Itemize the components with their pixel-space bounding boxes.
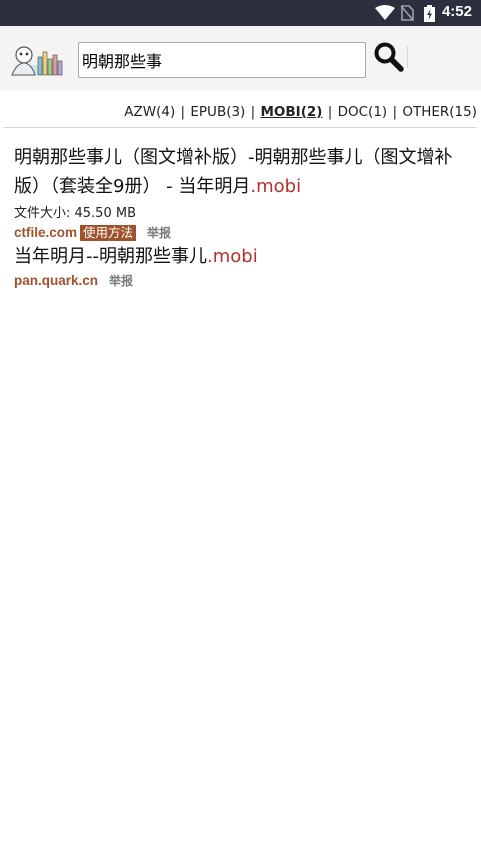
result-title[interactable]: 当年明月--明朝那些事儿 — [14, 246, 207, 267]
result-meta: pan.quark.cn 举报 — [14, 272, 464, 289]
report-button[interactable]: 举报 — [109, 272, 133, 289]
result-item: 当年明月--明朝那些事儿.mobi pan.quark.cn 举报 — [14, 242, 464, 289]
app-logo-icon[interactable] — [9, 43, 67, 77]
result-ext[interactable]: .mobi — [207, 246, 258, 267]
status-time: 4:52 — [441, 3, 472, 20]
divider — [3, 127, 477, 128]
filter-other[interactable]: OTHER(15) — [402, 104, 477, 120]
filter-doc[interactable]: DOC(1) — [338, 104, 388, 120]
result-meta: ctfile.com 使用方法 举报 — [14, 224, 464, 241]
howto-button[interactable]: 使用方法 — [80, 224, 137, 241]
search-icon[interactable] — [373, 42, 407, 72]
result-title[interactable]: 明朝那些事儿（图文增补版）-明朝那些事儿（图文增补版）（套装全9册） - 当年明… — [14, 147, 453, 197]
status-bar: 4:52 — [0, 0, 481, 26]
result-item: 明朝那些事儿（图文增补版）-明朝那些事儿（图文增补版）（套装全9册） - 当年明… — [14, 143, 464, 241]
filter-epub[interactable]: EPUB(3) — [190, 104, 245, 120]
result-title-link[interactable]: 明朝那些事儿（图文增补版）-明朝那些事儿（图文增补版）（套装全9册） - 当年明… — [14, 143, 464, 201]
result-ext[interactable]: .mobi — [250, 176, 301, 197]
no-sim-icon — [400, 5, 414, 21]
filter-separator: | — [392, 104, 398, 120]
result-host-link[interactable]: ctfile.com — [14, 225, 77, 240]
format-filters: AZW(4) | EPUB(3) | MOBI(2) | DOC(1) | OT… — [124, 104, 477, 120]
report-button[interactable]: 举报 — [147, 224, 171, 241]
search-input[interactable] — [78, 42, 366, 78]
result-file-size: 文件大小: 45.50 MB — [14, 206, 136, 221]
result-title-link[interactable]: 当年明月--明朝那些事儿.mobi — [14, 242, 464, 271]
filter-separator: | — [180, 104, 186, 120]
battery-charging-icon — [424, 5, 435, 22]
result-host-link[interactable]: pan.quark.cn — [14, 273, 98, 288]
search-divider — [407, 46, 408, 68]
search-bar — [0, 26, 481, 90]
filter-separator: | — [250, 104, 256, 120]
wifi-icon — [375, 5, 395, 20]
filter-mobi[interactable]: MOBI(2) — [260, 104, 322, 120]
filter-separator: | — [327, 104, 333, 120]
filter-azw[interactable]: AZW(4) — [124, 104, 175, 120]
